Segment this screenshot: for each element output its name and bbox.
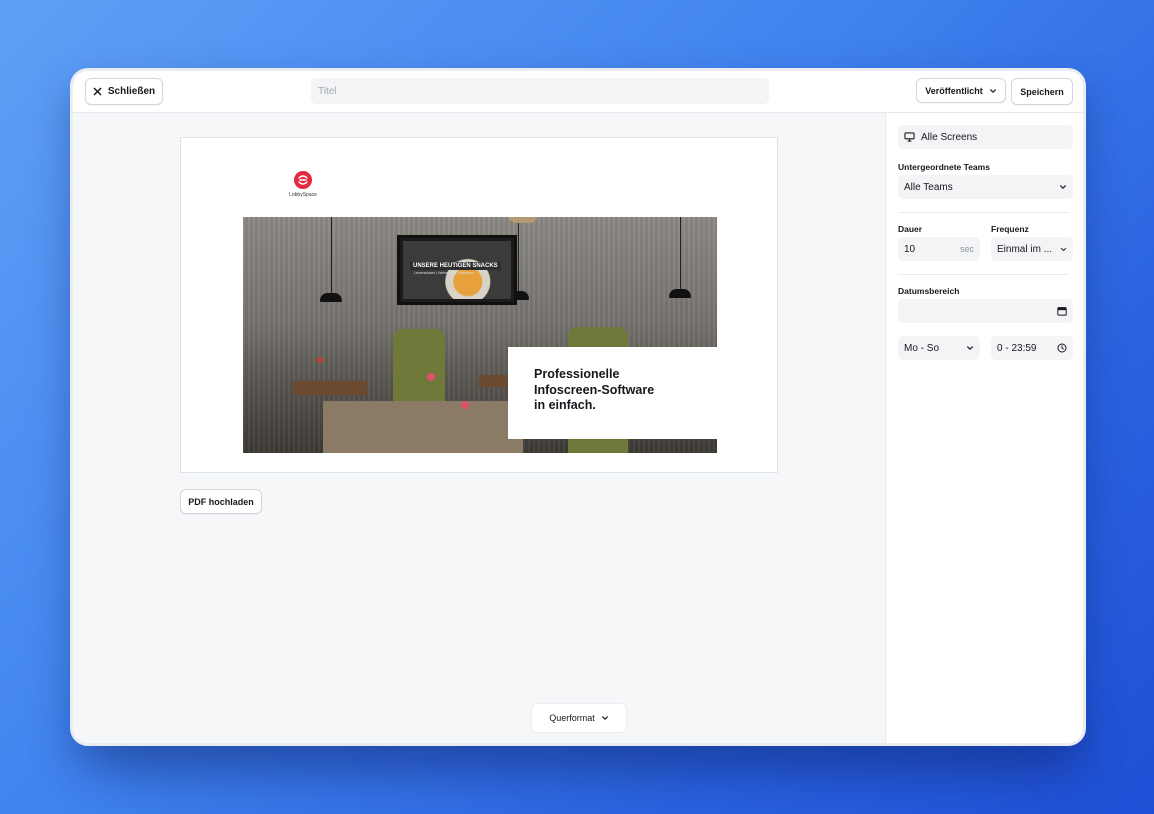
ceiling-lamp <box>508 217 538 223</box>
wall-tv: UNSERE HEUTIGEN SNACKS Leinenwissen | We… <box>397 235 517 305</box>
status-dropdown-label: Veröffentlicht <box>925 85 983 96</box>
frequency-value: Einmal im ... <box>997 243 1053 255</box>
lamp-cord <box>331 217 332 295</box>
chevron-down-icon <box>989 88 996 93</box>
screens-label: Alle Screens <box>921 131 978 143</box>
editor-window: Schließen Veröffentlicht Speichern Lobby… <box>70 68 1086 746</box>
lamp-shade <box>669 289 691 298</box>
close-button[interactable]: Schließen <box>85 78 163 105</box>
flower <box>317 357 323 363</box>
save-button[interactable]: Speichern <box>1011 78 1073 105</box>
tv-title: UNSERE HEUTIGEN SNACKS <box>410 262 501 270</box>
upload-pdf-button[interactable]: PDF hochladen <box>180 489 262 514</box>
teams-select[interactable]: Alle Teams <box>898 175 1073 199</box>
headline-card: Professionelle Infoscreen-Software in ei… <box>508 347 717 439</box>
clock-icon <box>1057 343 1067 353</box>
top-bar: Schließen Veröffentlicht Speichern <box>73 71 1083 113</box>
daterange-input[interactable] <box>898 299 1073 323</box>
title-input[interactable] <box>311 78 769 104</box>
time-range-input[interactable]: 0 - 23:59 <box>991 336 1073 360</box>
upload-pdf-label: PDF hochladen <box>188 496 254 507</box>
logo-text: LobbySpace <box>289 192 317 198</box>
settings-sidebar: Alle Screens Untergeordnete Teams Alle T… <box>885 113 1083 743</box>
main-canvas: LobbySpace UNSERE HEUTIGEN SNACKS Leinen… <box>73 113 885 743</box>
weekdays-value: Mo - So <box>904 342 940 354</box>
flower <box>461 401 469 409</box>
save-button-label: Speichern <box>1020 86 1064 97</box>
tv-subtitle: Leinenwissen | Wetterwelle | Abfahrten <box>414 271 475 275</box>
time-range-value: 0 - 23:59 <box>997 342 1037 354</box>
chevron-down-icon <box>1060 247 1067 251</box>
duration-heading: Dauer <box>898 224 923 234</box>
divider <box>898 274 1069 275</box>
frequency-select[interactable]: Einmal im ... <box>991 237 1073 261</box>
orientation-label: Querformat <box>549 713 595 723</box>
duration-value: 10 <box>904 243 916 255</box>
slide-preview[interactable]: LobbySpace UNSERE HEUTIGEN SNACKS Leinen… <box>180 137 778 473</box>
divider <box>898 212 1069 213</box>
chevron-down-icon <box>967 346 973 350</box>
daterange-heading: Datumsbereich <box>898 286 960 296</box>
close-button-label: Schließen <box>107 86 156 97</box>
lamp-cord <box>518 217 519 293</box>
duration-input[interactable]: 10 sec <box>898 237 980 261</box>
screens-selector[interactable]: Alle Screens <box>898 125 1073 149</box>
orientation-dropdown[interactable]: Querformat <box>531 703 627 733</box>
calendar-icon <box>1057 307 1067 316</box>
flower <box>427 373 435 381</box>
teams-value: Alle Teams <box>904 181 953 193</box>
lamp-shade <box>320 293 342 302</box>
logo-mark-icon <box>294 171 312 189</box>
teams-heading: Untergeordnete Teams <box>898 162 990 172</box>
table <box>293 381 367 395</box>
chevron-down-icon <box>601 716 608 720</box>
monitor-icon <box>904 132 915 142</box>
weekdays-select[interactable]: Mo - So <box>898 336 980 360</box>
status-dropdown[interactable]: Veröffentlicht <box>916 78 1006 103</box>
chevron-down-icon <box>1060 185 1066 189</box>
duration-unit: sec <box>959 244 974 254</box>
table <box>323 401 523 453</box>
cafe-photo: UNSERE HEUTIGEN SNACKS Leinenwissen | We… <box>243 217 717 453</box>
headline-text: Professionelle Infoscreen-Software in ei… <box>534 367 655 412</box>
lamp-cord <box>680 217 681 291</box>
tv-screen <box>403 241 511 299</box>
lobbyspace-logo: LobbySpace <box>283 171 323 198</box>
close-icon <box>93 87 102 96</box>
frequency-heading: Frequenz <box>991 224 1029 234</box>
